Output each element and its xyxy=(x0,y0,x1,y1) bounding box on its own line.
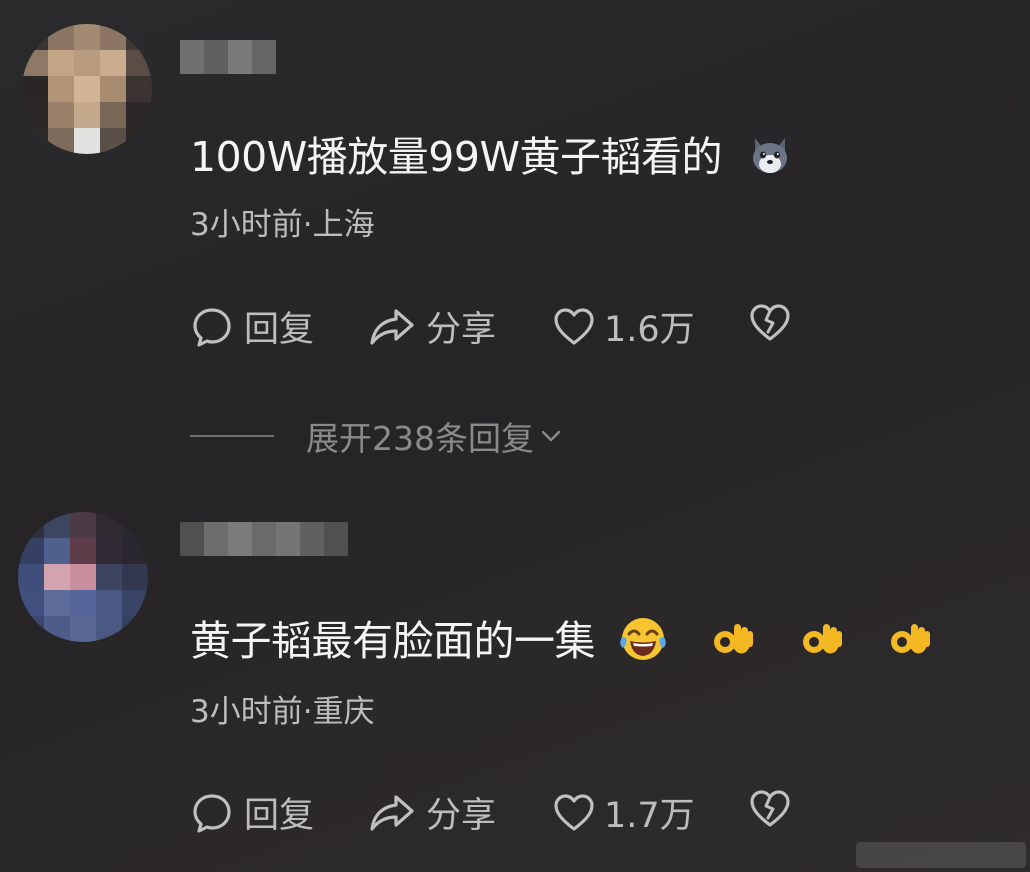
reply-button[interactable]: 回复 xyxy=(190,301,314,352)
chevron-down-icon xyxy=(541,430,561,442)
comment-item: 黄子韬最有脸面的一集 3小时前·重庆 回复 分享 1.7万 xyxy=(0,500,1030,872)
wolf-emoji-icon xyxy=(747,132,793,188)
username-blurred[interactable] xyxy=(180,40,276,74)
share-label: 分享 xyxy=(426,796,497,836)
laughing-crying-emoji-icon xyxy=(618,614,668,674)
ok-hand-emoji-icon xyxy=(795,614,845,674)
comment-text: 黄子韬最有脸面的一集 xyxy=(190,607,933,674)
avatar[interactable] xyxy=(18,512,148,642)
share-button[interactable]: 分享 xyxy=(368,787,496,838)
dislike-button[interactable] xyxy=(748,301,792,345)
share-arrow-icon xyxy=(370,794,414,831)
broken-heart-icon xyxy=(750,304,790,341)
comment-text: 100W播放量99W黄子韬看的 xyxy=(190,123,793,188)
comment-bubble-icon xyxy=(193,307,231,347)
heart-icon xyxy=(554,307,594,345)
like-count: 1.6万 xyxy=(604,310,695,350)
expand-replies-button[interactable]: 展开238条回复 xyxy=(190,412,564,460)
reply-button[interactable]: 回复 xyxy=(190,787,314,838)
dislike-button[interactable] xyxy=(748,787,792,831)
ok-hand-emoji-icon xyxy=(883,614,933,674)
share-button[interactable]: 分享 xyxy=(368,301,496,352)
broken-heart-icon xyxy=(750,790,790,827)
comment-bubble-icon xyxy=(193,793,231,833)
reply-label: 回复 xyxy=(244,310,315,350)
comment-meta: 3小时前·重庆 xyxy=(190,694,375,730)
ok-hand-emoji-icon xyxy=(706,614,756,674)
like-button[interactable]: 1.6万 xyxy=(552,301,695,352)
reply-label: 回复 xyxy=(244,796,315,836)
watermark-blurred xyxy=(856,842,1026,868)
divider-line xyxy=(190,435,274,437)
like-count: 1.7万 xyxy=(604,796,695,836)
comment-item: 100W播放量99W黄子韬看的 3小时前·上海 回复 分享 1.6万 展开238… xyxy=(0,0,1030,470)
share-arrow-icon xyxy=(370,308,414,345)
username-blurred[interactable] xyxy=(180,522,348,556)
comment-meta: 3小时前·上海 xyxy=(190,207,375,243)
like-button[interactable]: 1.7万 xyxy=(552,787,695,838)
heart-icon xyxy=(554,793,594,831)
expand-label: 展开238条回复 xyxy=(306,419,534,458)
avatar[interactable] xyxy=(22,24,152,154)
share-label: 分享 xyxy=(426,310,497,350)
